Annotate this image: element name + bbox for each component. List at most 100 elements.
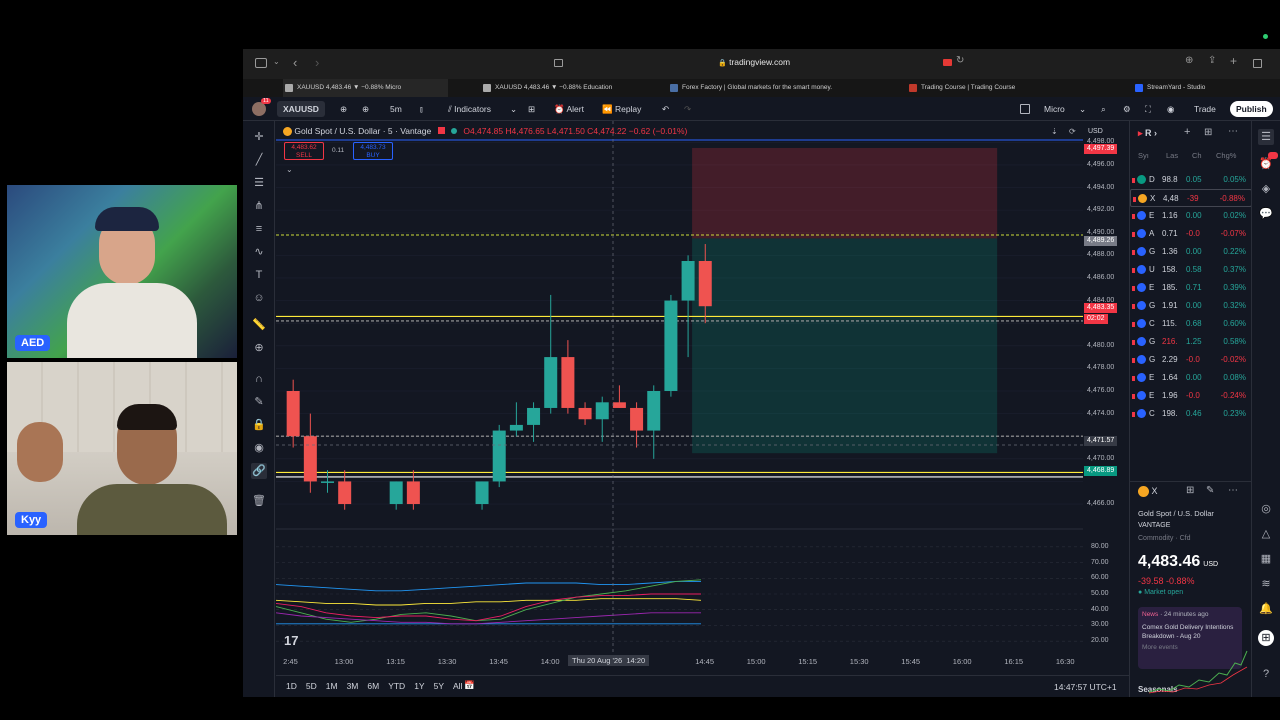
range-button[interactable]: 6M xyxy=(367,681,379,691)
link-icon[interactable]: 🔗 xyxy=(251,463,267,479)
symbol-search-button[interactable]: XAUUSD xyxy=(277,101,325,117)
browser-tab[interactable]: XAUUSD 4,483.46 ▼ −0.88% Education xyxy=(481,79,646,97)
sell-button[interactable]: 4,483.62 SELL xyxy=(284,142,324,160)
range-button[interactable]: 3M xyxy=(347,681,359,691)
ruler-icon[interactable]: 📏 xyxy=(251,317,267,333)
zoom-icon[interactable]: ⊕ xyxy=(251,340,267,356)
browser-tab[interactable]: XAUUSD 4,483.46 ▼ −0.88% Micro xyxy=(283,79,448,97)
magnet-icon[interactable]: ∩ xyxy=(251,371,267,387)
range-button[interactable]: 1D xyxy=(286,681,297,691)
draw-mode-icon[interactable]: ✎ xyxy=(251,394,267,410)
quick-search-icon[interactable]: ⌕ xyxy=(1101,102,1106,116)
layout-name-button[interactable]: Micro xyxy=(1044,102,1065,116)
watchlist-column-header[interactable]: Las xyxy=(1166,151,1178,160)
goto-date-icon[interactable]: 📅 xyxy=(464,680,475,691)
range-button[interactable]: 5Y xyxy=(434,681,444,691)
watchlist-row[interactable]: U 158. 0.58 0.37% xyxy=(1130,261,1252,279)
watchlist-row[interactable]: C 198. 0.46 0.23% xyxy=(1130,405,1252,423)
fib-icon[interactable]: ≡ xyxy=(251,221,267,237)
add-symbol-icon[interactable]: ⊕ xyxy=(362,102,369,116)
trade-button[interactable]: Trade xyxy=(1194,102,1216,116)
text-icon[interactable]: T xyxy=(251,267,267,283)
watchlist-row[interactable]: G 1.36 0.00 0.22% xyxy=(1130,243,1252,261)
watchlist-row[interactable]: G 1.91 0.00 0.32% xyxy=(1130,297,1252,315)
reset-view-icon[interactable]: ⟳ xyxy=(1069,127,1076,136)
calendar-icon[interactable]: ▦ xyxy=(1258,551,1274,567)
position-tool[interactable] xyxy=(692,147,998,454)
watchlist-row[interactable]: E 1.96 -0.0 -0.24% xyxy=(1130,387,1252,405)
snapshot-camera-icon[interactable]: ◉ xyxy=(1167,102,1174,116)
address-bar[interactable]: 🔒 tradingview.com xyxy=(718,57,790,67)
tabs-grid-icon[interactable] xyxy=(1253,59,1262,68)
price-axis[interactable]: 4,498.00 4,496.00 4,494.00 4,492.00 4,490.00… xyxy=(1083,121,1129,677)
watchlist-row[interactable]: E 1.64 0.00 0.08% xyxy=(1130,369,1252,387)
alert-button[interactable]: ⏰ Alert xyxy=(554,102,584,116)
watchlist-row[interactable]: G 216. 1.25 0.58% xyxy=(1130,333,1252,351)
hide-drawings-icon[interactable]: ◉ xyxy=(251,440,267,456)
fullscreen-icon[interactable]: ⛶ xyxy=(1145,102,1151,116)
details-grid-icon[interactable]: ⊞ xyxy=(1186,485,1194,496)
take-profit-zone[interactable] xyxy=(692,238,998,454)
back-icon[interactable]: ‹ xyxy=(293,55,297,70)
advanced-view-icon[interactable]: ⊞ xyxy=(1204,127,1212,138)
price-chart[interactable]: 17 xyxy=(276,121,1126,677)
indicators-button[interactable]: ⫽ Indicators xyxy=(448,102,491,116)
layers-icon[interactable]: ◈ xyxy=(1258,181,1274,197)
forward-icon[interactable]: › xyxy=(315,55,319,70)
user-avatar[interactable] xyxy=(252,102,266,116)
trash-icon[interactable]: 🗑 xyxy=(251,493,267,509)
range-button[interactable]: 1Y xyxy=(414,681,424,691)
browser-tab[interactable]: Trading Course | Trading Course xyxy=(907,79,1057,97)
watchlist-row[interactable]: G 2.29 -0.0 -0.02% xyxy=(1130,351,1252,369)
range-button[interactable]: YTD xyxy=(388,681,405,691)
help-icon[interactable]: ? xyxy=(1258,666,1274,682)
apps-grid-icon[interactable]: ⊞ xyxy=(1258,630,1274,646)
browser-tab[interactable]: Forex Factory | Global markets for the s… xyxy=(668,79,868,97)
range-button[interactable]: All xyxy=(453,681,462,691)
target-icon[interactable]: ◎ xyxy=(1258,501,1274,517)
watchlist-row[interactable]: E 185. 0.71 0.39% xyxy=(1130,279,1252,297)
watchlist-column-header[interactable]: Syı xyxy=(1138,151,1149,160)
compare-icon[interactable]: ⊕ xyxy=(340,102,347,116)
details-name[interactable]: Gold Spot / U.S. Dollar xyxy=(1138,509,1214,518)
range-button[interactable]: 5D xyxy=(306,681,317,691)
chevron-down-icon[interactable]: ⌄ xyxy=(1079,102,1086,116)
undo-icon[interactable]: ↶ xyxy=(662,102,669,116)
trend-line-icon[interactable]: ╱ xyxy=(251,152,267,168)
watchlist-title[interactable]: ▸ R › xyxy=(1138,128,1157,139)
emoji-icon[interactable]: ☺ xyxy=(251,290,267,306)
download-icon[interactable]: ⊕ xyxy=(1185,55,1193,66)
new-tab-icon[interactable]: + xyxy=(1230,54,1237,68)
sidebar-toggle-icon[interactable] xyxy=(255,58,267,68)
watchlist-row[interactable]: E 1.16 0.00 0.02% xyxy=(1130,207,1252,225)
scroll-down-icon[interactable]: ⇣ xyxy=(1051,127,1058,136)
watchlist-column-header[interactable]: Chg% xyxy=(1216,151,1236,160)
settings-gear-icon[interactable]: ⚙ xyxy=(1123,102,1131,116)
replay-button[interactable]: ⏪ Replay xyxy=(602,102,641,116)
candle-style-icon[interactable]: ⫾ xyxy=(420,102,423,116)
chat-icon[interactable]: 💬 xyxy=(1258,206,1274,222)
horizontal-lines-icon[interactable]: ☰ xyxy=(251,175,267,191)
pitchfork-icon[interactable]: ⋔ xyxy=(251,198,267,214)
stop-loss-zone[interactable] xyxy=(692,147,998,239)
publish-button[interactable]: Publish xyxy=(1230,101,1273,117)
reload-icon[interactable]: ↻ xyxy=(956,55,964,66)
watchlist-row[interactable]: X 4,48 -39 -0.88% xyxy=(1130,189,1252,207)
tab-overview-icon[interactable] xyxy=(554,59,563,67)
range-button[interactable]: 1M xyxy=(326,681,338,691)
watchlist-icon[interactable]: ☰ xyxy=(1258,129,1274,145)
layout-box-icon[interactable] xyxy=(1020,104,1030,114)
templates-icon[interactable]: ⌄ xyxy=(510,102,517,116)
details-more-icon[interactable]: ⋯ xyxy=(1228,485,1238,496)
crosshair-icon[interactable]: ✛ xyxy=(251,129,267,145)
layouts-icon[interactable]: ⊞ xyxy=(528,102,535,116)
lock-drawings-icon[interactable]: 🔒 xyxy=(251,417,267,433)
streams-icon[interactable]: ≋ xyxy=(1258,576,1274,592)
collapse-legend-icon[interactable]: ⌄ xyxy=(286,165,293,174)
share-icon[interactable]: ⇪ xyxy=(1208,55,1216,66)
notifications-icon[interactable]: 🔔 xyxy=(1258,601,1274,617)
more-options-icon[interactable]: ⋯ xyxy=(1228,126,1238,137)
interval-button[interactable]: 5m xyxy=(390,102,402,116)
watchlist-row[interactable]: D 98.8 0.05 0.05% xyxy=(1130,171,1252,189)
details-edit-icon[interactable]: ✎ xyxy=(1206,485,1214,496)
